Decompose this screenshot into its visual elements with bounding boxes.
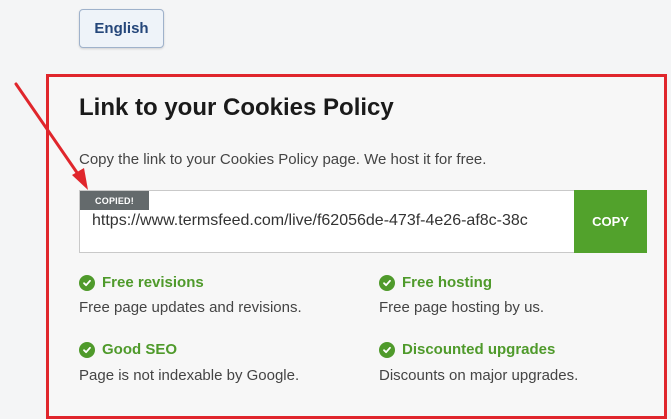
feature-free-revisions-title: Free revisions	[79, 274, 204, 291]
copied-badge: COPIED!	[80, 191, 149, 210]
feature-title-text: Discounted upgrades	[402, 341, 556, 358]
policy-link-input[interactable]	[92, 210, 562, 232]
check-circle-icon	[79, 341, 95, 358]
check-circle-icon	[379, 341, 395, 358]
copy-button[interactable]: COPY	[574, 190, 647, 253]
panel-description: Copy the link to your Cookies Policy pag…	[79, 151, 487, 168]
feature-title-text: Good SEO	[102, 341, 177, 358]
feature-title-text: Free hosting	[402, 274, 493, 291]
feature-good-seo-title: Good SEO	[79, 341, 177, 358]
feature-good-seo-desc: Page is not indexable by Google.	[79, 367, 300, 384]
feature-free-hosting-desc: Free page hosting by us.	[379, 299, 545, 316]
language-button[interactable]: English	[79, 9, 164, 48]
panel-title: Link to your Cookies Policy	[79, 94, 394, 121]
feature-discounted-upgrades-desc: Discounts on major upgrades.	[379, 367, 579, 384]
feature-free-revisions-desc: Free page updates and revisions.	[79, 299, 302, 316]
feature-discounted-upgrades-title: Discounted upgrades	[379, 341, 555, 358]
feature-title-text: Free revisions	[102, 274, 204, 291]
feature-free-hosting-title: Free hosting	[379, 274, 492, 291]
check-circle-icon	[79, 274, 95, 291]
check-circle-icon	[379, 274, 395, 291]
